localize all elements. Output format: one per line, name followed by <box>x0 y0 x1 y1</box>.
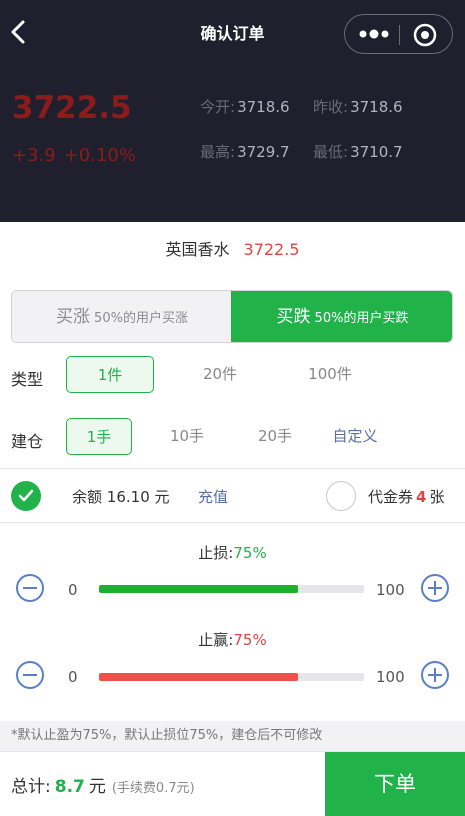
product-header: 英国香水 3722.5 <box>0 222 465 278</box>
change-percent: +0.10% <box>63 145 136 166</box>
check-icon <box>18 489 34 502</box>
total-unit: 元 <box>88 777 106 797</box>
position-label: 建仓 <box>11 432 44 451</box>
total-amount: 8.7 <box>54 777 85 797</box>
take-profit-label: 止赢: <box>198 631 234 649</box>
place-order-button[interactable]: 下单 <box>325 752 465 816</box>
stop-loss-slider[interactable] <box>99 585 364 593</box>
stop-loss-label: 止损: <box>198 544 234 562</box>
high-label: 最高: <box>200 143 236 161</box>
take-profit-fill <box>99 673 298 681</box>
buy-up-label: 买涨 <box>56 307 91 327</box>
stop-loss-title: 止损:75% <box>0 542 465 563</box>
stop-loss-fill <box>99 585 298 593</box>
take-profit-title: 止赢:75% <box>0 629 465 650</box>
quote-panel: 3722.5 +3.9 +0.10% 今开: 3718.6 昨收: 3718.6 最高… <box>0 62 465 222</box>
product-price: 3722.5 <box>243 240 300 259</box>
capsule-divider <box>399 25 400 45</box>
account-row: 余额 16.10 元 充值 代金券 4 张 <box>0 468 465 523</box>
bottom-bar: 总计: 8.7 元 (手续费0.7元) 下单 <box>0 751 465 816</box>
stop-loss-min: 0 <box>68 581 78 599</box>
buy-up-sub: 50%的用户买涨 <box>94 311 188 326</box>
voucher-label: 代金券 <box>368 488 414 506</box>
low-value: 3710.7 <box>350 143 403 161</box>
voucher-text: 代金券 4 张 <box>368 486 444 507</box>
type-option-1[interactable]: 1件 <box>66 356 154 393</box>
voucher-unit: 张 <box>429 488 445 506</box>
stop-loss-max: 100 <box>376 581 405 599</box>
buy-up-button[interactable]: 买涨 50%的用户买涨 <box>12 291 232 342</box>
stop-loss-minus-icon[interactable] <box>16 574 44 602</box>
take-profit-min: 0 <box>68 668 78 686</box>
mini-program-capsule <box>344 14 453 54</box>
default-note: *默认止盈为75%，默认止损位75%，建仓后不可修改 <box>0 721 465 751</box>
recharge-link[interactable]: 充值 <box>198 486 228 507</box>
take-profit-minus-icon[interactable] <box>16 661 44 689</box>
balance-label: 余额 <box>72 488 103 506</box>
type-option-20[interactable]: 20件 <box>176 356 264 393</box>
prev-close-value: 3718.6 <box>350 98 403 116</box>
buy-down-sub: 50%的用户买跌 <box>314 311 409 326</box>
total-label: 总计: <box>11 777 51 797</box>
voucher-count: 4 <box>416 488 427 506</box>
more-dots-icon[interactable] <box>359 26 389 42</box>
high-stat: 最高: 3729.7 <box>200 141 290 162</box>
risk-settings: 止损:75% 0 100 止赢:75% 0 100 <box>0 523 465 721</box>
order-options: 买涨 50%的用户买涨 买跌 50%的用户买跌 类型 1件 20件 100件 建仓 … <box>0 278 465 468</box>
high-value: 3729.7 <box>237 143 290 161</box>
take-profit-max: 100 <box>376 668 405 686</box>
balance-text: 余额 16.10 元 <box>72 486 170 507</box>
position-option-10[interactable]: 10手 <box>154 418 220 455</box>
buy-down-label: 买跌 <box>276 307 311 327</box>
stop-loss-plus-icon[interactable] <box>421 574 449 602</box>
prev-close-label: 昨收: <box>313 98 349 116</box>
low-label: 最低: <box>313 143 349 161</box>
take-profit-slider[interactable] <box>99 673 364 681</box>
target-circle-icon[interactable] <box>413 23 437 47</box>
current-price: 3722.5 <box>12 90 132 126</box>
prev-close-stat: 昨收: 3718.6 <box>313 96 403 117</box>
direction-toggle: 买涨 50%的用户买涨 买跌 50%的用户买跌 <box>11 290 453 343</box>
product-name: 英国香水 <box>165 240 230 259</box>
position-option-1[interactable]: 1手 <box>66 418 132 455</box>
open-stat: 今开: 3718.6 <box>200 96 290 117</box>
position-option-20[interactable]: 20手 <box>242 418 308 455</box>
nav-bar: 确认订单 <box>0 0 465 62</box>
voucher-radio[interactable] <box>326 481 356 511</box>
take-profit-plus-icon[interactable] <box>421 661 449 689</box>
price-change: +3.9 +0.10% <box>12 145 136 166</box>
type-option-100[interactable]: 100件 <box>286 356 374 393</box>
total-text: 总计: 8.7 元 (手续费0.7元) <box>11 772 195 797</box>
type-label: 类型 <box>11 370 44 389</box>
change-absolute: +3.9 <box>12 145 56 166</box>
balance-value: 16.10 元 <box>106 488 170 506</box>
position-option-custom[interactable]: 自定义 <box>322 418 388 455</box>
open-value: 3718.6 <box>237 98 290 116</box>
low-stat: 最低: 3710.7 <box>313 141 403 162</box>
open-label: 今开: <box>200 98 236 116</box>
buy-down-button[interactable]: 买跌 50%的用户买跌 <box>231 291 452 342</box>
stop-loss-percent: 75% <box>233 544 267 562</box>
take-profit-percent: 75% <box>233 631 267 649</box>
fee-text: (手续费0.7元) <box>111 781 195 796</box>
balance-checkbox[interactable] <box>11 481 41 511</box>
